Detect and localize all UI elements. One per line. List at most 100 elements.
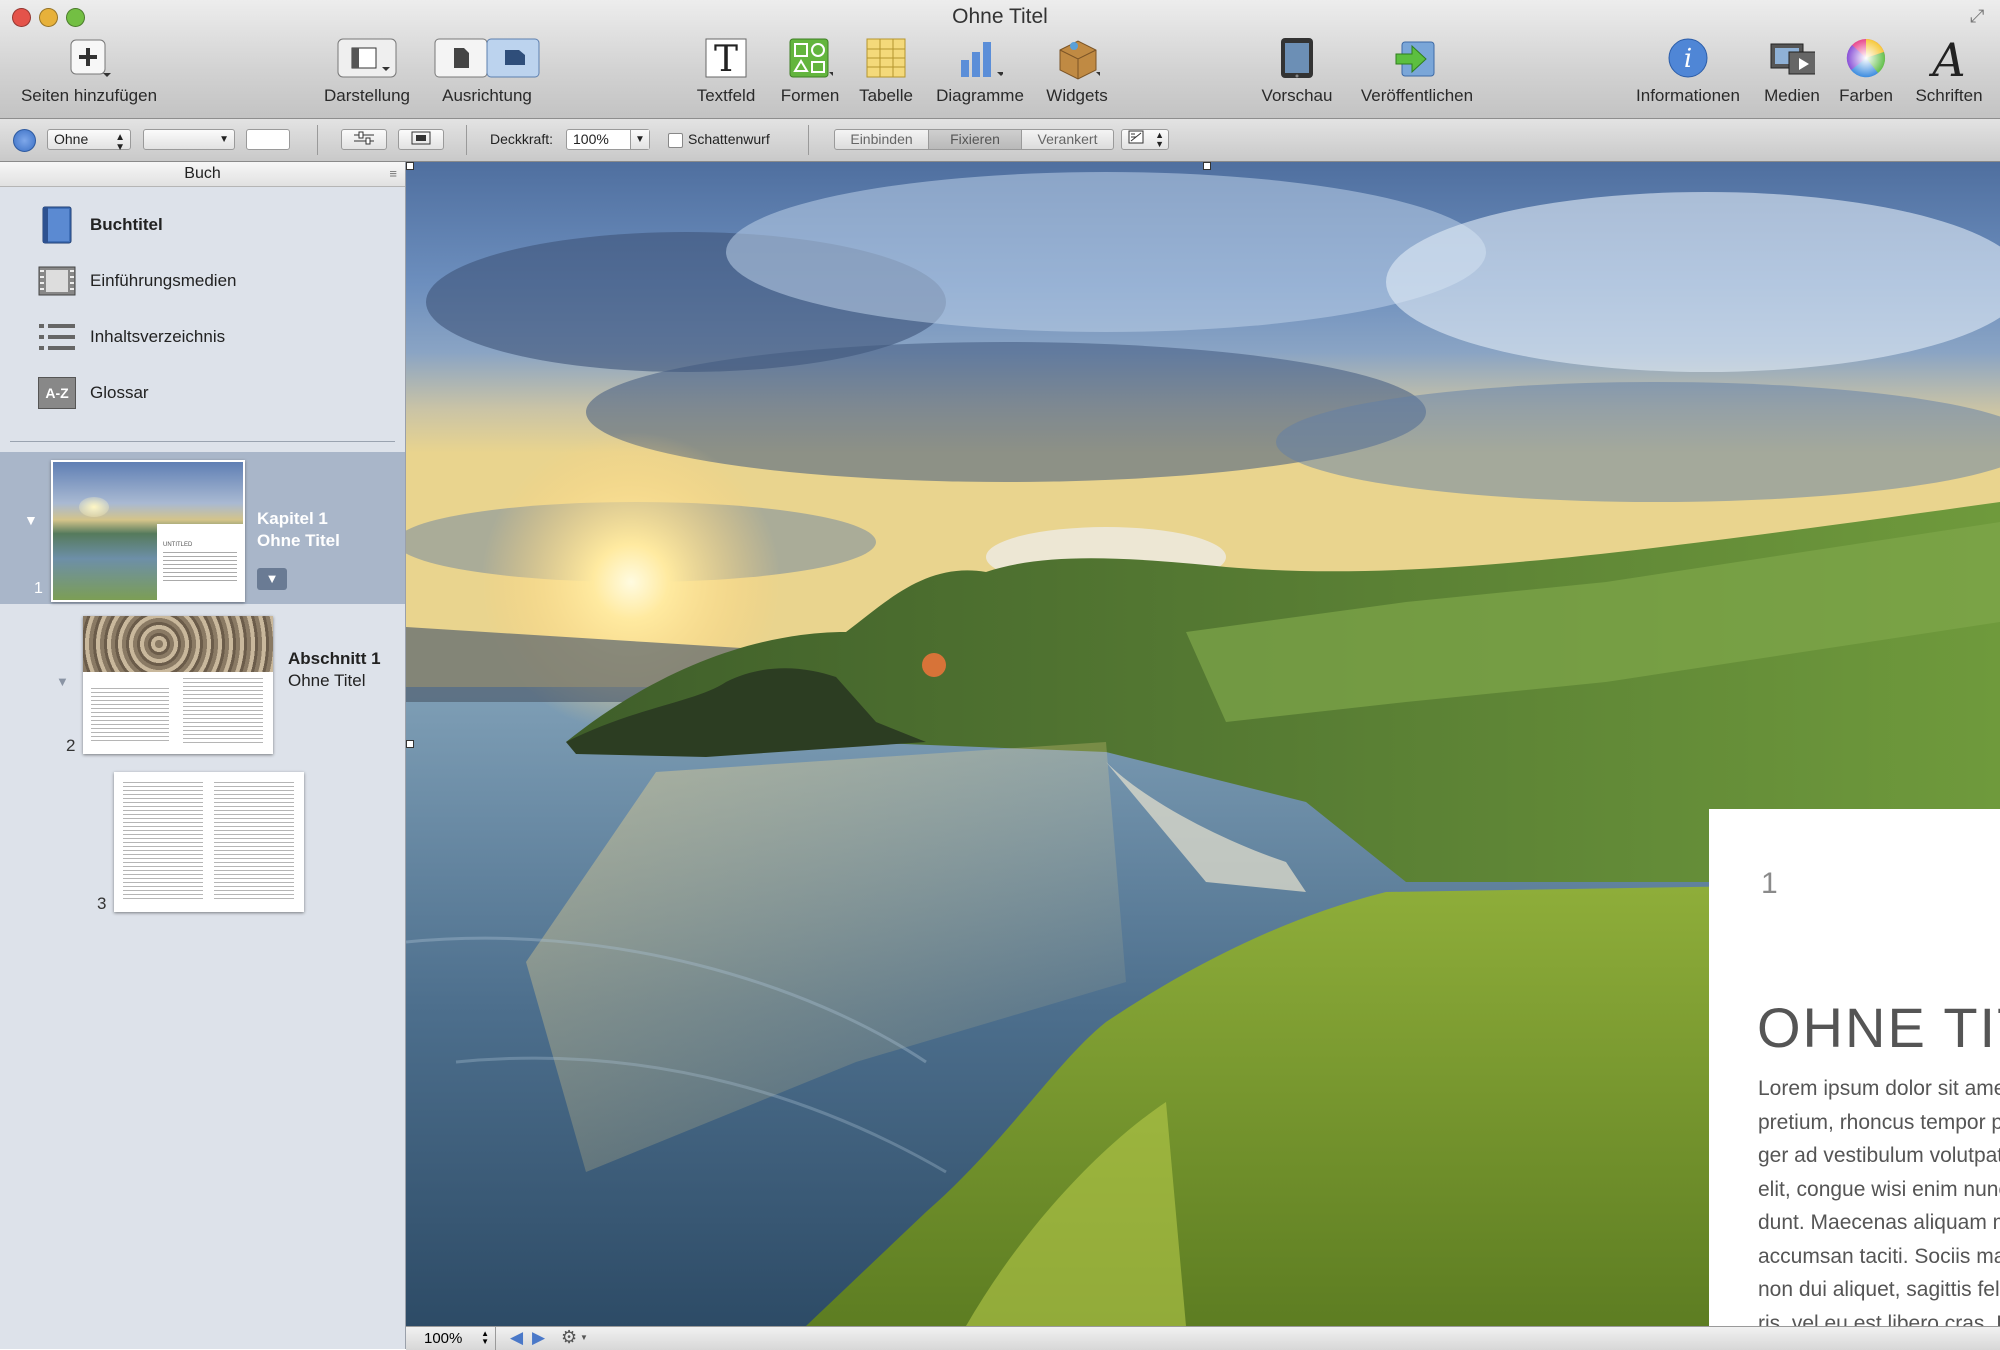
view-label: Darstellung [324, 86, 410, 105]
chapter-row[interactable]: ▼ 1 UNTITLED Kapitel 1 Ohne Titel ▼ [0, 452, 405, 604]
opacity-field[interactable]: 100% ▼ [566, 129, 650, 150]
menu-lines-icon[interactable]: ≡ [389, 162, 397, 186]
thumb-text-lines [214, 782, 294, 900]
fonts-button[interactable]: A Schriften [1904, 36, 1994, 106]
charts-button[interactable]: Diagramme [930, 36, 1030, 106]
chevron-down-icon: ▼ [219, 134, 229, 145]
next-page-icon[interactable]: ▶ [532, 1328, 545, 1348]
charts-label: Diagramme [936, 86, 1024, 105]
view-button[interactable]: Darstellung [317, 36, 417, 106]
widgets-button[interactable]: Widgets [1040, 36, 1114, 106]
section-row[interactable]: ▼ 2 Abschnitt 1 Ohne Titel [0, 612, 405, 760]
preview-label: Vorschau [1261, 86, 1333, 105]
inspector-label: Informationen [1636, 86, 1740, 105]
divider [317, 125, 318, 155]
format-bar: Ohne ▲ ▼ ▼ Deckkraft: 100% ▼ Schattenwurf… [0, 119, 2000, 162]
chapter-text-box[interactable]: 1 OHNE TITEL Lorem ipsum dolor sit amet,… [1709, 809, 2000, 1326]
layout-menu-button[interactable]: ▼ [257, 568, 287, 590]
adjust-image-button[interactable] [341, 129, 387, 150]
textbox-label: Textfeld [696, 86, 756, 105]
page-thumbnail[interactable] [114, 772, 304, 912]
wrap-fixed-button[interactable]: Fixieren [928, 129, 1022, 150]
add-page-icon [66, 36, 112, 80]
chapter-thumbnail[interactable]: UNTITLED [51, 460, 245, 602]
frame-button[interactable] [398, 129, 444, 150]
sliders-icon [354, 131, 374, 145]
info-icon: i [1665, 36, 1711, 80]
add-pages-button[interactable]: Seiten hinzufügen [14, 36, 164, 106]
az-icon: A-Z [38, 376, 76, 410]
style-select[interactable]: Ohne ▲ ▼ [47, 129, 131, 153]
thumb-text-lines [91, 688, 169, 744]
opacity-label: Deckkraft: [490, 131, 554, 147]
inspector-button[interactable]: i Informationen [1626, 36, 1750, 106]
chapter-heading[interactable]: OHNE TITEL [1757, 995, 2000, 1060]
shadow-checkbox[interactable] [668, 133, 683, 148]
view-icon [336, 36, 398, 80]
shadow-label: Schattenwurf [688, 131, 770, 147]
thumb-text-lines [163, 552, 237, 582]
orientation-label: Ausrichtung [442, 86, 532, 105]
window-title: Ohne Titel [952, 5, 1048, 28]
selection-handle[interactable] [406, 162, 414, 170]
table-label: Tabelle [859, 86, 913, 105]
sidebar-header: Buch ≡ [0, 162, 405, 187]
page-canvas[interactable]: 1 OHNE TITEL Lorem ipsum dolor sit amet,… [406, 162, 2000, 1326]
shapes-icon [787, 36, 833, 80]
film-icon [38, 264, 76, 298]
media-label: Medien [1764, 86, 1820, 105]
section-thumbnail[interactable] [83, 616, 273, 754]
table-button[interactable]: Tabelle [852, 36, 920, 106]
selection-handle[interactable] [1203, 162, 1211, 170]
sidebar-item-glossary[interactable]: A-Z Glossar [38, 374, 149, 412]
fonts-label: Schriften [1915, 86, 1983, 105]
publish-button[interactable]: Veröffentlichen [1350, 36, 1484, 106]
chapter-number-label: 1 [1761, 867, 1778, 900]
disclosure-triangle-icon[interactable]: ▼ [56, 674, 69, 689]
chart-icon [957, 36, 1003, 80]
stroke-color-well[interactable] [246, 129, 290, 150]
text-wrap-select[interactable]: ▲ ▼ [1121, 129, 1169, 150]
thumb-text-lines [183, 678, 263, 744]
chevron-down-icon: ▼ [580, 1333, 588, 1342]
wrap-icon [1128, 130, 1144, 144]
colors-label: Farben [1839, 86, 1893, 105]
paragraph-style-icon[interactable] [13, 129, 36, 152]
textbox-icon: T [703, 36, 749, 80]
sidebar-item-book-title[interactable]: Buchtitel [38, 206, 163, 244]
selection-handle[interactable] [406, 740, 414, 748]
publish-label: Veröffentlichen [1360, 86, 1474, 105]
gear-icon[interactable]: ⚙ [561, 1327, 577, 1348]
page-row[interactable]: 3 [0, 768, 405, 918]
sidebar-item-toc[interactable]: Inhaltsverzeichnis [38, 318, 225, 356]
add-pages-label: Seiten hinzufügen [20, 86, 158, 105]
thumb-text-panel: UNTITLED [157, 524, 243, 600]
orientation-button[interactable]: Ausrichtung [432, 36, 542, 106]
stroke-select[interactable]: ▼ [143, 129, 235, 150]
stepper-icon: ▲ ▼ [1155, 130, 1164, 149]
shapes-label: Formen [780, 86, 840, 105]
wrap-inline-button[interactable]: Einbinden [834, 129, 929, 150]
publish-icon [1394, 36, 1440, 80]
widget-box-icon [1054, 36, 1100, 80]
colors-button[interactable]: Farben [1832, 36, 1900, 106]
wrap-anchored-button[interactable]: Verankert [1021, 129, 1114, 150]
section-title: Abschnitt 1 Ohne Titel [288, 649, 381, 690]
media-icon [1769, 36, 1815, 80]
divider [808, 125, 809, 155]
sidebar-item-intro-media[interactable]: Einführungsmedien [38, 262, 236, 300]
window-toolbar: Ohne Titel ⤢ Seiten hinzufügen Darstellu… [0, 0, 2000, 119]
zoom-select[interactable]: 100% ▲ ▼ [406, 1327, 496, 1350]
fullscreen-icon[interactable]: ⤢ [1970, 6, 1990, 26]
textbox-button[interactable]: T Textfeld [688, 36, 764, 106]
color-wheel-icon [1843, 36, 1889, 80]
disclosure-triangle-icon[interactable]: ▼ [24, 512, 38, 528]
divider [10, 441, 395, 442]
previous-page-icon[interactable]: ◀ [510, 1328, 523, 1348]
chapter-body-text[interactable]: Lorem ipsum dolor sit amet, ligula suspe… [1758, 1072, 2000, 1326]
media-button[interactable]: Medien [1757, 36, 1827, 106]
preview-button[interactable]: Vorschau [1255, 36, 1339, 106]
shapes-button[interactable]: Formen [775, 36, 845, 106]
list-icon [38, 320, 76, 354]
stepper-icon: ▲ ▼ [115, 132, 125, 153]
